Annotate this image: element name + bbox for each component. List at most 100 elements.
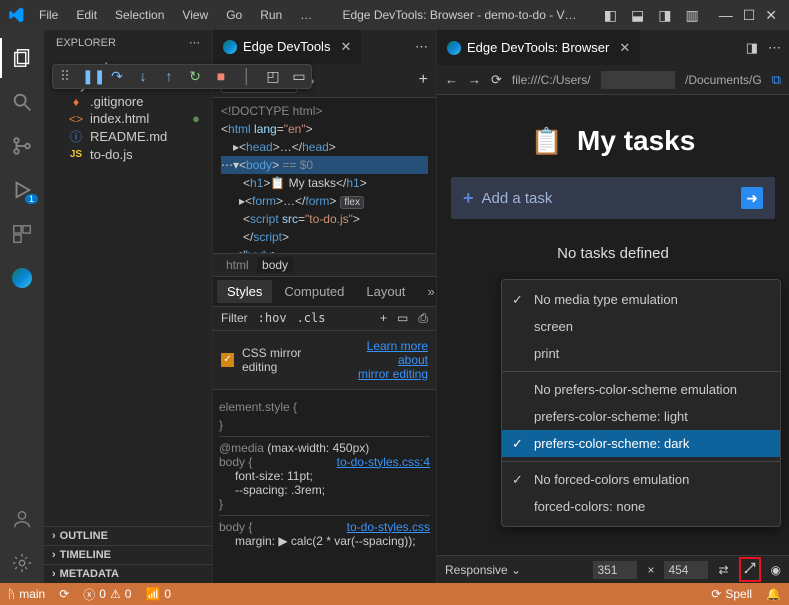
menu-file[interactable]: File [32,6,65,24]
breadcrumb-body[interactable]: body [257,257,293,273]
nav-back-icon[interactable]: ← [445,72,458,87]
viewport-width-input[interactable] [593,561,637,579]
activity-settings[interactable] [0,543,44,583]
print-icon[interactable]: ⎙ [418,311,428,326]
activity-extensions[interactable] [0,214,44,254]
css-src-link-2[interactable]: to-do-styles.css [347,520,430,534]
em-no-forced[interactable]: ✓No forced-colors emulation [502,466,780,493]
status-branch[interactable]: ᚤ main [8,587,45,601]
status-spell[interactable]: ⟳ Spell [711,587,752,601]
file-item-index[interactable]: <>index.html● [44,110,212,127]
debug-stepin-icon[interactable]: ↓ [134,68,152,85]
debug-inspect-icon[interactable]: ◰ [264,68,282,85]
status-sync[interactable]: ⟳ [59,587,69,601]
debug-pause-icon[interactable]: ❚❚ [82,68,100,85]
cls-toggle[interactable]: .cls [297,311,326,325]
tab-more-icon[interactable]: ⋯ [768,40,781,56]
em-no-media[interactable]: ✓No media type emulation [502,286,780,313]
section-metadata[interactable]: ›METADATA [44,564,212,583]
emulation-popup[interactable]: ✓No media type emulation screen print No… [501,279,781,527]
file-item-readme[interactable]: ⓘREADME.md [44,127,212,146]
em-forced-none[interactable]: forced-colors: none [502,493,780,520]
panel-bottom-icon[interactable]: ⬓ [627,3,648,28]
nav-reload-icon[interactable]: ⟳ [491,72,502,88]
responsive-dropdown[interactable]: Responsive ⌄ [445,563,521,577]
section-outline[interactable]: ›OUTLINE [44,526,212,545]
selected-body-node[interactable]: ⋯▾<body> == $0 [221,156,428,174]
browser-viewport[interactable]: 📋 My tasks + Add a task ➜ No tasks defin… [437,95,789,555]
menu-more[interactable]: … [293,6,319,24]
debug-toolbar[interactable]: ⠿ ❚❚ ↷ ↓ ↑ ↻ ■ │ ◰ ▭ [52,64,312,89]
filter-label[interactable]: Filter [221,311,248,325]
activity-explorer[interactable] [0,38,44,78]
device-icon[interactable]: ▭ [397,311,408,325]
em-screen[interactable]: screen [502,313,780,340]
mirror-edit-link[interactable]: mirror editing [358,367,428,381]
menu-edit[interactable]: Edit [69,6,104,24]
viewport-height-input[interactable] [664,561,708,579]
css-rules-pane[interactable]: element.style { } @media (max-width: 450… [213,390,436,583]
debug-stepout-icon[interactable]: ↑ [160,68,178,85]
menu-run[interactable]: Run [253,6,289,24]
tab-edge-browser[interactable]: Edge DevTools: Browser ✕ [437,30,641,65]
elements-dom-tree[interactable]: <!DOCTYPE html> <html lang="en"> ▸<head>… [213,98,436,253]
edge-icon [447,41,461,55]
menu-selection[interactable]: Selection [108,6,171,24]
emulation-options-button[interactable] [739,557,761,582]
section-timeline[interactable]: ›TIMELINE [44,545,212,564]
url-suffix: /Documents/G [685,73,762,87]
status-problems[interactable]: ⓧ 0 ⚠ 0 [83,586,131,603]
add-task-input[interactable]: + Add a task ➜ [451,177,775,219]
add-panel-icon[interactable]: + [419,71,428,89]
explorer-more-icon[interactable]: ⋯ [189,36,200,49]
file-item-gitignore[interactable]: ♦.gitignore [44,93,212,110]
split-right-icon[interactable]: ◨ [746,40,758,56]
activity-source-control[interactable] [0,126,44,166]
file-tree[interactable]: ›.vscode ›styles ♦.gitignore <>index.htm… [44,55,212,526]
submit-arrow-icon[interactable]: ➜ [741,187,763,209]
activity-search[interactable] [0,82,44,122]
file-item-todojs[interactable]: JSto-do.js [44,146,212,163]
menu-go[interactable]: Go [219,6,249,24]
rotate-icon[interactable]: ⇄ [718,563,728,577]
panel-right-icon[interactable]: ◨ [654,3,675,28]
em-scheme-light[interactable]: prefers-color-scheme: light [502,403,780,430]
panel-left-icon[interactable]: ◧ [600,3,621,28]
breadcrumb-html[interactable]: html [221,257,254,273]
minimize-button[interactable]: — [715,3,737,28]
close-tab-icon[interactable]: ✕ [619,40,630,56]
menu-view[interactable]: View [175,6,215,24]
em-print[interactable]: print [502,340,780,367]
doctype-node[interactable]: <!DOCTYPE html> [221,102,428,120]
status-bell-icon[interactable]: 🔔 [766,587,781,601]
customize-layout-icon[interactable]: ▥ [681,3,702,28]
activity-account[interactable] [0,499,44,539]
debug-device-icon[interactable]: ▭ [290,68,308,85]
elements-breadcrumb[interactable]: html body [213,253,436,277]
nav-forward-icon[interactable]: → [468,72,481,87]
debug-stepover-icon[interactable]: ↷ [108,68,126,85]
add-rule-icon[interactable]: + [380,311,387,325]
activity-debug[interactable]: 1 [0,170,44,210]
em-scheme-dark[interactable]: ✓prefers-color-scheme: dark [502,430,780,457]
mirror-checkbox[interactable]: ✓ [221,353,234,367]
status-port[interactable]: 📶 0 [145,587,171,601]
hov-toggle[interactable]: :hov [258,311,287,325]
activity-edge[interactable] [0,258,44,298]
close-tab-icon[interactable]: ✕ [340,39,351,55]
debug-stop-icon[interactable]: ■ [212,68,230,85]
close-button[interactable]: ✕ [761,3,781,28]
em-no-scheme[interactable]: No prefers-color-scheme emulation [502,376,780,403]
maximize-button[interactable]: ☐ [739,3,760,28]
computed-tab[interactable]: Computed [274,280,354,303]
debug-restart-icon[interactable]: ↻ [186,68,204,85]
styles-tab[interactable]: Styles [217,280,272,303]
url-input[interactable] [601,71,675,89]
visibility-icon[interactable]: ◉ [771,563,781,577]
css-src-link-1[interactable]: to-do-styles.css:4 [337,455,430,469]
open-external-icon[interactable]: ⧉ [772,72,781,88]
tab-more-icon[interactable]: ⋯ [415,39,428,55]
layout-tab[interactable]: Layout [356,280,415,303]
tab-edge-devtools[interactable]: Edge DevTools ✕ [213,30,362,64]
mirror-learn-link[interactable]: Learn more about [367,339,428,367]
